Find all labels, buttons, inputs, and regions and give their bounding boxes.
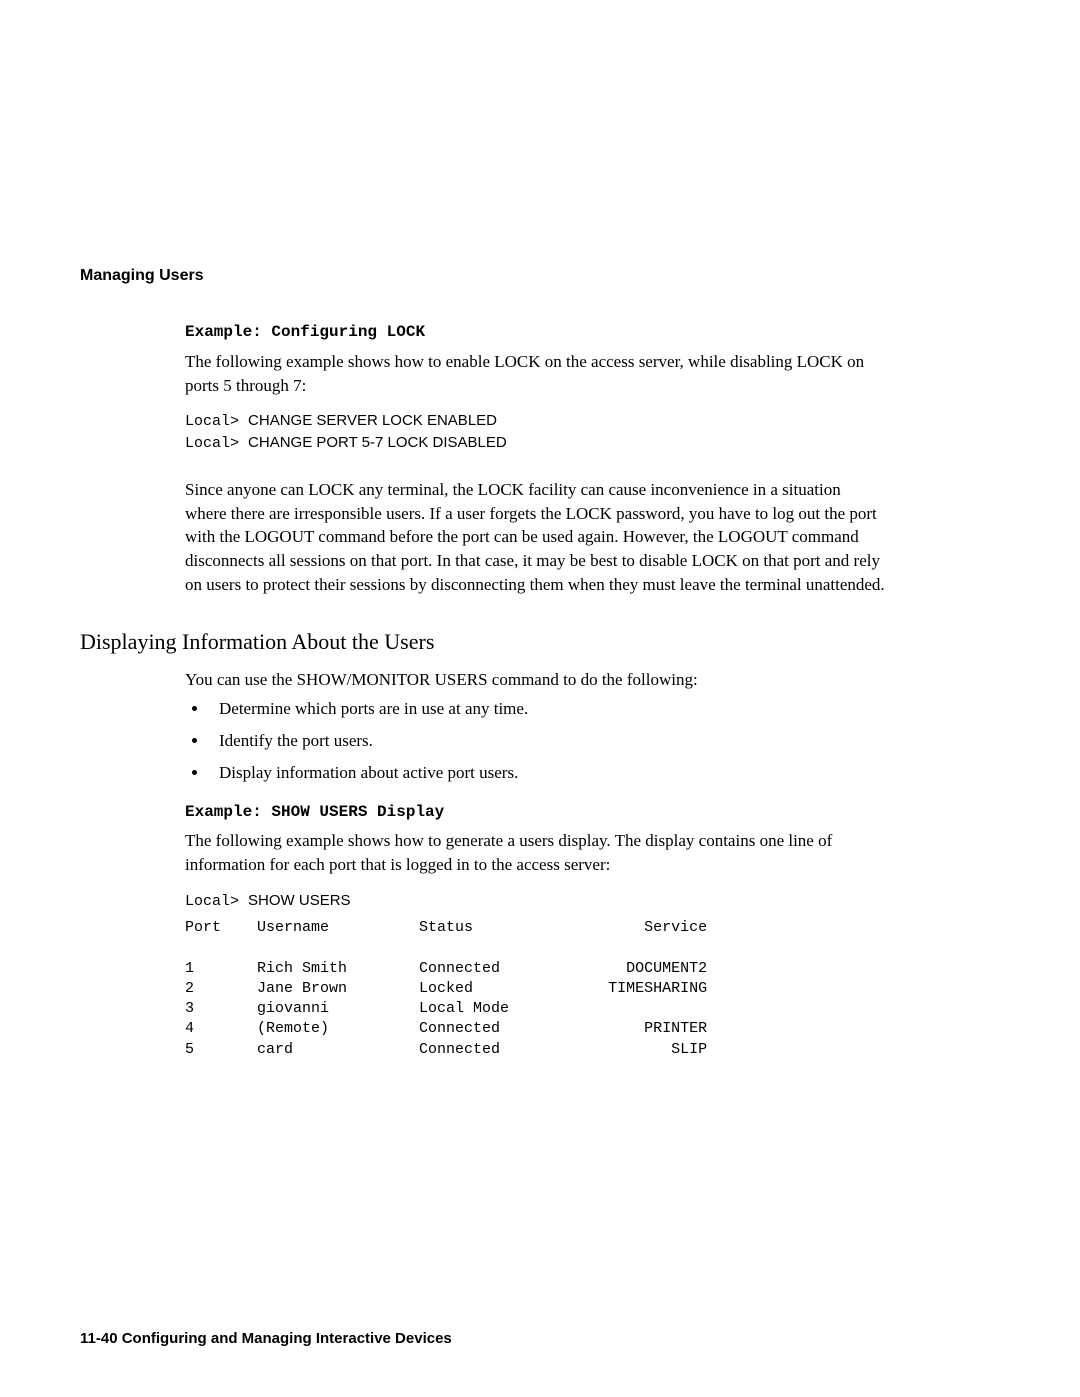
terminal-block-1: Local> CHANGE SERVER LOCK ENABLED Local>… bbox=[185, 411, 885, 454]
list-item: Identify the port users. bbox=[209, 729, 885, 753]
subsection-heading: Displaying Information About the Users bbox=[80, 627, 885, 658]
subsection-intro: You can use the SHOW/MONITOR USERS comma… bbox=[185, 668, 885, 692]
example2-intro: The following example shows how to gener… bbox=[185, 829, 885, 877]
terminal-block-2: Local> SHOW USERS Port Username Status S… bbox=[185, 891, 885, 1060]
content-block-2: You can use the SHOW/MONITOR USERS comma… bbox=[185, 668, 885, 1060]
example1-intro: The following example shows how to enabl… bbox=[185, 350, 885, 398]
terminal-cmd-3: SHOW USERS bbox=[248, 892, 351, 909]
content-block-1: Example: Configuring LOCK The following … bbox=[185, 321, 885, 596]
users-table: Port Username Status Service 1 Rich Smit… bbox=[185, 918, 885, 1060]
example1-followup: Since anyone can LOCK any terminal, the … bbox=[185, 478, 885, 597]
page: Managing Users Example: Configuring LOCK… bbox=[0, 0, 1080, 1397]
terminal-cmd-1: CHANGE SERVER LOCK ENABLED bbox=[248, 412, 497, 429]
bullet-list: Determine which ports are in use at any … bbox=[185, 697, 885, 784]
terminal-prompt-3: Local> bbox=[185, 893, 239, 910]
terminal-prompt-1: Local> bbox=[185, 413, 239, 430]
terminal-line-3: Local> SHOW USERS bbox=[185, 891, 885, 912]
list-item: Determine which ports are in use at any … bbox=[209, 697, 885, 721]
terminal-cmd-2: CHANGE PORT 5-7 LOCK DISABLED bbox=[248, 434, 507, 451]
example-heading-1: Example: Configuring LOCK bbox=[185, 321, 885, 343]
page-footer: 11-40 Configuring and Managing Interacti… bbox=[80, 1328, 452, 1349]
terminal-line-2: Local> CHANGE PORT 5-7 LOCK DISABLED bbox=[185, 433, 885, 454]
example-heading-2: Example: SHOW USERS Display bbox=[185, 801, 885, 823]
section-header: Managing Users bbox=[80, 265, 885, 287]
terminal-prompt-2: Local> bbox=[185, 435, 239, 452]
list-item: Display information about active port us… bbox=[209, 761, 885, 785]
terminal-line-1: Local> CHANGE SERVER LOCK ENABLED bbox=[185, 411, 885, 432]
